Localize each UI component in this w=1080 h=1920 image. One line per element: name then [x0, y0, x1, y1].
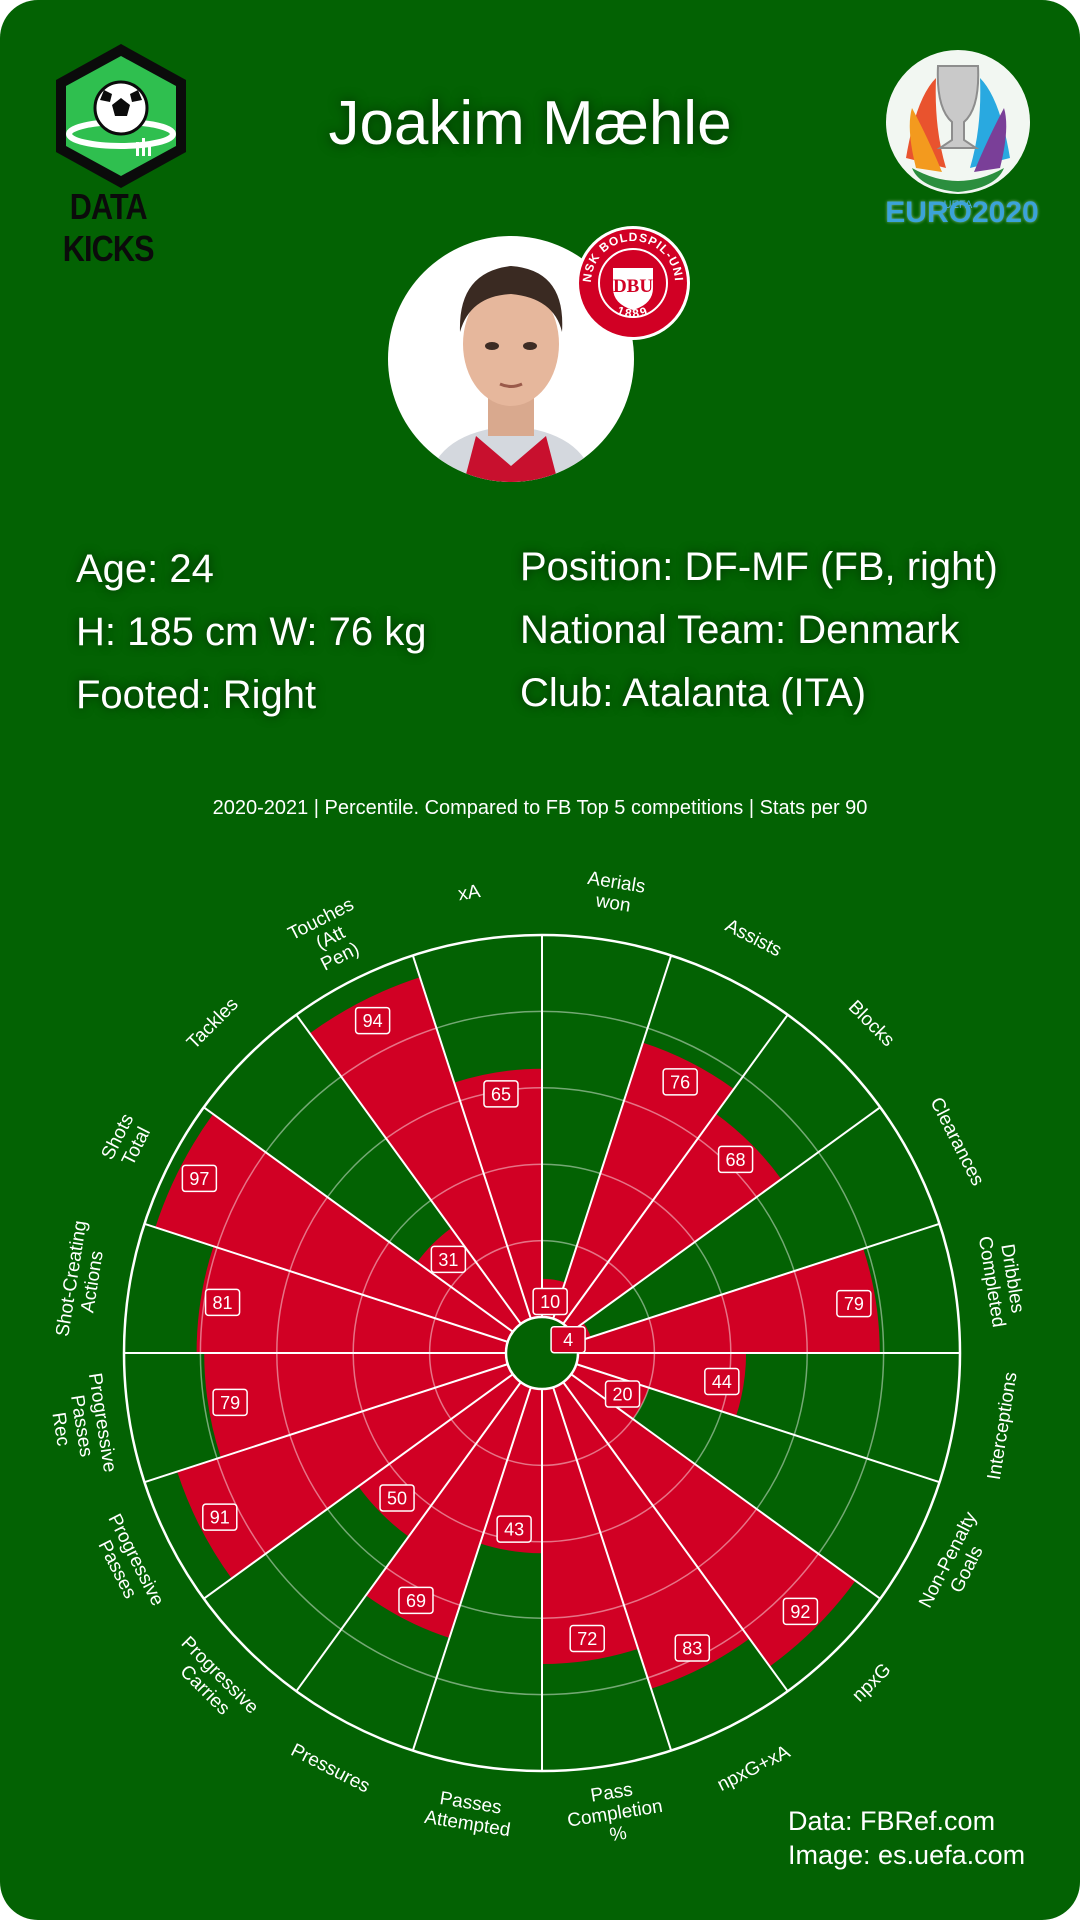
- player-info-right: Position: DF-MF (FB, right) National Tea…: [520, 536, 998, 725]
- brand-name: DATA KICKS: [62, 186, 155, 269]
- data-label: 43: [496, 1515, 532, 1543]
- data-label: 69: [398, 1586, 434, 1615]
- percentile-radar-chart: 10 76 68 4 79 44 20 92 83 72 43 69 50 91 79 81 97 31 94 65 A…: [42, 868, 1030, 1852]
- data-label-value: 10: [540, 1292, 560, 1312]
- data-label-value: 97: [189, 1169, 209, 1189]
- data-label-value: 43: [504, 1520, 524, 1540]
- player-club: Club: Atalanta (ITA): [520, 671, 867, 715]
- data-label-value: 4: [563, 1330, 573, 1350]
- category-label: Pressures: [287, 1740, 373, 1798]
- category-label: Shot-CreatingActions: [52, 1219, 112, 1341]
- data-label: 91: [202, 1503, 238, 1531]
- category-label: npxG+xA: [714, 1741, 794, 1796]
- category-label: PassesAttempted: [423, 1786, 515, 1841]
- category-label: DribblesCompleted: [974, 1232, 1030, 1329]
- page-title: Joakim Mæhle: [328, 89, 732, 158]
- data-label-value: 72: [577, 1629, 597, 1649]
- data-label-value: 91: [210, 1508, 230, 1528]
- data-label: 76: [662, 1068, 698, 1096]
- data-label: 4: [550, 1325, 586, 1354]
- data-label-value: 44: [712, 1372, 732, 1392]
- data-label-value: 69: [406, 1591, 426, 1611]
- data-label: 31: [430, 1245, 467, 1274]
- data-label: 97: [181, 1164, 218, 1193]
- data-label-value: 50: [387, 1488, 407, 1508]
- category-label: ShotsTotal: [97, 1110, 156, 1172]
- player-foot: Footed: Right: [76, 673, 317, 717]
- category-label: Blocks: [844, 997, 898, 1051]
- data-label-value: 68: [726, 1150, 746, 1170]
- player-info-left: Age: 24 H: 185 cm W: 76 kg Footed: Right: [76, 538, 427, 727]
- player-height-weight: H: 185 cm W: 76 kg: [76, 610, 427, 654]
- player-card: DATA KICKS Joakim Mæhle UEFA EURO2020 NS…: [0, 0, 1080, 1920]
- data-label: 50: [379, 1484, 415, 1512]
- data-label-value: 79: [844, 1294, 864, 1314]
- data-label: 79: [836, 1289, 872, 1318]
- data-label-value: 83: [682, 1638, 702, 1658]
- data-label: 68: [717, 1145, 754, 1174]
- credit-image-source: Image: es.uefa.com: [788, 1840, 1026, 1870]
- svg-text:DBU: DBU: [613, 276, 653, 297]
- category-label: Non-PenaltyGoals: [915, 1508, 1000, 1621]
- data-label-value: 65: [491, 1084, 511, 1104]
- tournament-name: EURO2020: [885, 196, 1039, 229]
- category-label: Aerialswon: [583, 868, 647, 919]
- credit-data-source: Data: FBRef.com: [788, 1806, 996, 1836]
- category-label: ProgressivePassesRec: [42, 1372, 120, 1481]
- player-age: Age: 24: [76, 547, 214, 591]
- category-label: ProgressiveCarries: [162, 1633, 263, 1734]
- data-label: 44: [704, 1367, 740, 1396]
- category-label: Clearances: [926, 1094, 988, 1189]
- player-position: Position: DF-MF (FB, right): [520, 545, 998, 589]
- data-label-value: 76: [670, 1072, 690, 1092]
- dbu-crest-icon: DANSK BOLDSPIL-UNION 1889 DBU: [574, 224, 690, 340]
- category-label: ProgressivePasses: [85, 1511, 168, 1619]
- credits: Data: FBRef.com Image: es.uefa.com: [788, 1804, 1025, 1872]
- player-national-team: National Team: Denmark: [520, 608, 960, 652]
- data-label-value: 81: [213, 1293, 233, 1313]
- data-label-value: 92: [790, 1602, 810, 1622]
- data-label: 83: [674, 1634, 711, 1662]
- chart-title: 2020-2021 | Percentile. Compared to FB T…: [212, 797, 868, 819]
- category-label: Assists: [722, 915, 785, 961]
- data-label: 94: [354, 1006, 391, 1035]
- data-label-value: 79: [220, 1393, 240, 1413]
- data-label-value: 31: [438, 1250, 458, 1270]
- category-label: Tackles: [183, 994, 243, 1054]
- data-label: 10: [532, 1287, 568, 1316]
- data-label: 92: [782, 1597, 819, 1626]
- data-label: 81: [204, 1288, 241, 1317]
- data-label: 20: [604, 1380, 641, 1408]
- category-label: PassCompletion%: [563, 1775, 668, 1852]
- data-label: 72: [569, 1624, 605, 1653]
- data-label-value: 94: [363, 1011, 383, 1031]
- data-label: 65: [483, 1080, 519, 1108]
- category-label: xA: [457, 881, 483, 905]
- data-label: 79: [212, 1388, 248, 1417]
- radar-axes: [122, 933, 962, 1773]
- category-label: Interceptions: [984, 1371, 1022, 1482]
- data-label-value: 20: [613, 1385, 633, 1405]
- category-label: Touches(AttPen): [285, 894, 377, 982]
- category-label: npxG: [848, 1659, 895, 1706]
